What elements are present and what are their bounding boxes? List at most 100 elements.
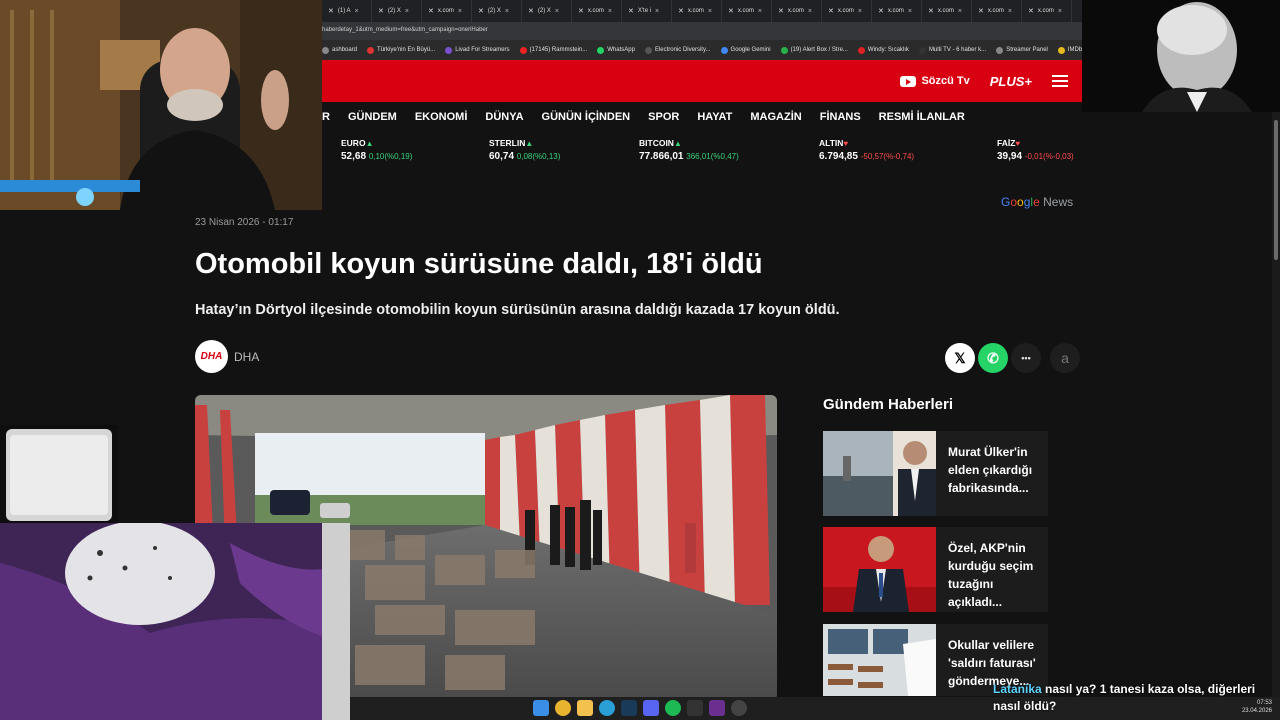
nav-item[interactable]: FİNANS [820,111,861,123]
bookmark-item[interactable]: Livad For Streamers [445,46,510,54]
browser-tab[interactable]: ✕ (2) X × [372,0,422,22]
browser-tab[interactable]: ✕ x.com × [922,0,972,22]
tab-label: x.com [837,8,854,14]
browser-tab[interactable]: ✕ x.com × [672,0,722,22]
nav-item[interactable]: GÜNÜN İÇİNDEN [542,111,631,123]
browser-tab[interactable]: ✕ x.com × [722,0,772,22]
bookmark-item[interactable]: (17145) Rammstein... [519,46,588,54]
share-whatsapp-button[interactable]: ✆ [978,343,1008,373]
close-tab-icon[interactable]: × [858,8,862,15]
close-tab-icon[interactable]: × [608,8,612,15]
close-tab-icon[interactable]: × [555,8,559,15]
nav-item[interactable]: MAGAZİN [750,111,801,123]
bookmark-item[interactable]: ashboard [322,46,357,54]
dha-logo: DHA [195,340,228,373]
x-logo-icon: ✕ [928,8,934,15]
bookmark-item[interactable]: Multi TV - 6 haber k... [918,46,986,54]
font-size-button[interactable]: a [1050,343,1080,373]
bookmark-item[interactable]: WhatsApp [597,46,635,54]
google-news-follow[interactable]: Google News [1001,195,1073,209]
spotify-icon[interactable] [665,700,681,716]
page-scrollbar[interactable] [1272,112,1280,697]
second-camera-scene [0,523,350,720]
browser-tab[interactable]: ✕ (1) A × [322,0,372,22]
steam-icon[interactable] [621,700,637,716]
hamburger-menu-icon[interactable] [1052,75,1068,87]
browser-tab[interactable]: ✕ x.com × [822,0,872,22]
bookmark-item[interactable]: Windy: Sıcaklık [857,46,909,54]
browser-tab[interactable]: ✕ X'te i × [622,0,672,22]
close-tab-icon[interactable]: × [505,8,509,15]
address-bar[interactable]: haberdetay_1&utm_medium=free&utm_campaig… [322,22,1082,40]
close-tab-icon[interactable]: × [405,8,409,15]
bookmark-favicon-icon [322,46,329,54]
ticker-item[interactable]: STERLIN▲ 60,74 0,08(%0,13) [489,138,560,162]
sidebar-news-item[interactable]: Murat Ülker'in elden çıkardığı fabrikası… [823,431,1048,516]
share-more-button[interactable]: ••• [1011,343,1041,373]
bookmark-item[interactable]: (19) Alert Box / Stre... [780,46,848,54]
sozcu-tv-link[interactable]: Sözcü Tv [900,75,970,87]
browser-tab[interactable]: ✕ x.com × [572,0,622,22]
bookmark-item[interactable]: Google Gemini [720,46,771,54]
epic-games-icon[interactable] [687,700,703,716]
close-tab-icon[interactable]: × [908,8,912,15]
chrome-icon[interactable] [555,700,571,716]
browser-tab[interactable]: ✕ x.com × [772,0,822,22]
bookmark-item[interactable]: Streamer Panel [996,46,1048,54]
edge-icon[interactable] [599,700,615,716]
news-title: Özel, AKP'nin kurduğu seçim tuzağını açı… [948,541,1034,609]
obs-icon[interactable] [731,700,747,716]
x-logo-icon: ✕ [428,8,434,15]
close-tab-icon[interactable]: × [1058,8,1062,15]
news-title: Murat Ülker'in elden çıkardığı fabrikası… [948,445,1033,495]
tab-label: (2) X [487,8,501,14]
sidebar-news-item[interactable]: Özel, AKP'nin kurduğu seçim tuzağını açı… [823,527,1048,612]
bookmark-item[interactable]: Türkiye'nin En Büyü... [367,46,435,54]
browser-tab[interactable]: ✕ x.com × [1022,0,1072,22]
close-tab-icon[interactable]: × [655,8,659,15]
browser-tab[interactable]: ✕ x.com × [972,0,1022,22]
close-tab-icon[interactable]: × [458,8,462,15]
bookmark-item[interactable]: Electronic Diversity... [644,46,711,54]
app-icon[interactable] [709,700,725,716]
tab-label: (1) A [337,8,351,14]
article-source[interactable]: DHA DHA [195,340,259,373]
classroom-thumbnail [823,624,936,696]
nav-item[interactable]: R [322,111,330,123]
factory-thumbnail [823,431,936,516]
discord-icon[interactable] [643,700,659,716]
file-explorer-icon[interactable] [577,700,593,716]
ticker-name: STERLIN [489,138,526,148]
close-tab-icon[interactable]: × [758,8,762,15]
bookmark-item[interactable]: IMDb: Ratings [1057,46,1082,54]
nav-item[interactable]: DÜNYA [485,111,523,123]
close-tab-icon[interactable]: × [1008,8,1012,15]
article-date: 23 Nisan 2026 - 01:17 [195,217,294,228]
tab-label: (2) X [537,8,551,14]
close-tab-icon[interactable]: × [355,8,359,15]
ticker-item[interactable]: BITCOIN▲ 77.866,01 366,01(%0,47) [639,138,739,162]
plus-link[interactable]: PLUS+ [990,74,1032,89]
close-tab-icon[interactable]: × [808,8,812,15]
news-thumbnail [823,431,936,516]
bookmark-favicon-icon [780,46,788,54]
close-tab-icon[interactable]: × [708,8,712,15]
news-thumbnail [823,624,936,696]
nav-item[interactable]: EKONOMİ [415,111,468,123]
ticker-item[interactable]: ALTIN♥ 6.794,85 -50,57(%-0,74) [819,138,914,162]
browser-tab[interactable]: ✕ (2) X × [472,0,522,22]
share-x-button[interactable]: 𝕏 [945,343,975,373]
close-tab-icon[interactable]: × [958,8,962,15]
nav-item[interactable]: HAYAT [697,111,732,123]
nav-item[interactable]: RESMİ İLANLAR [879,111,965,123]
start-icon[interactable] [533,700,549,716]
bookmark-favicon-icon [857,46,865,54]
ticker-item[interactable]: FAİZ♥ 39,94 -0,01(%-0,03) [997,138,1074,162]
nav-item[interactable]: GÜNDEM [348,111,397,123]
browser-tab[interactable]: ✕ (2) X × [522,0,572,22]
browser-tab[interactable]: ✕ x.com × [422,0,472,22]
ticker-item[interactable]: EURO▲ 52,68 0,10(%0,19) [341,138,412,162]
nav-item[interactable]: SPOR [648,111,679,123]
browser-tab[interactable]: ✕ x.com × [872,0,922,22]
bookmark-label: (17145) Rammstein... [529,47,588,53]
